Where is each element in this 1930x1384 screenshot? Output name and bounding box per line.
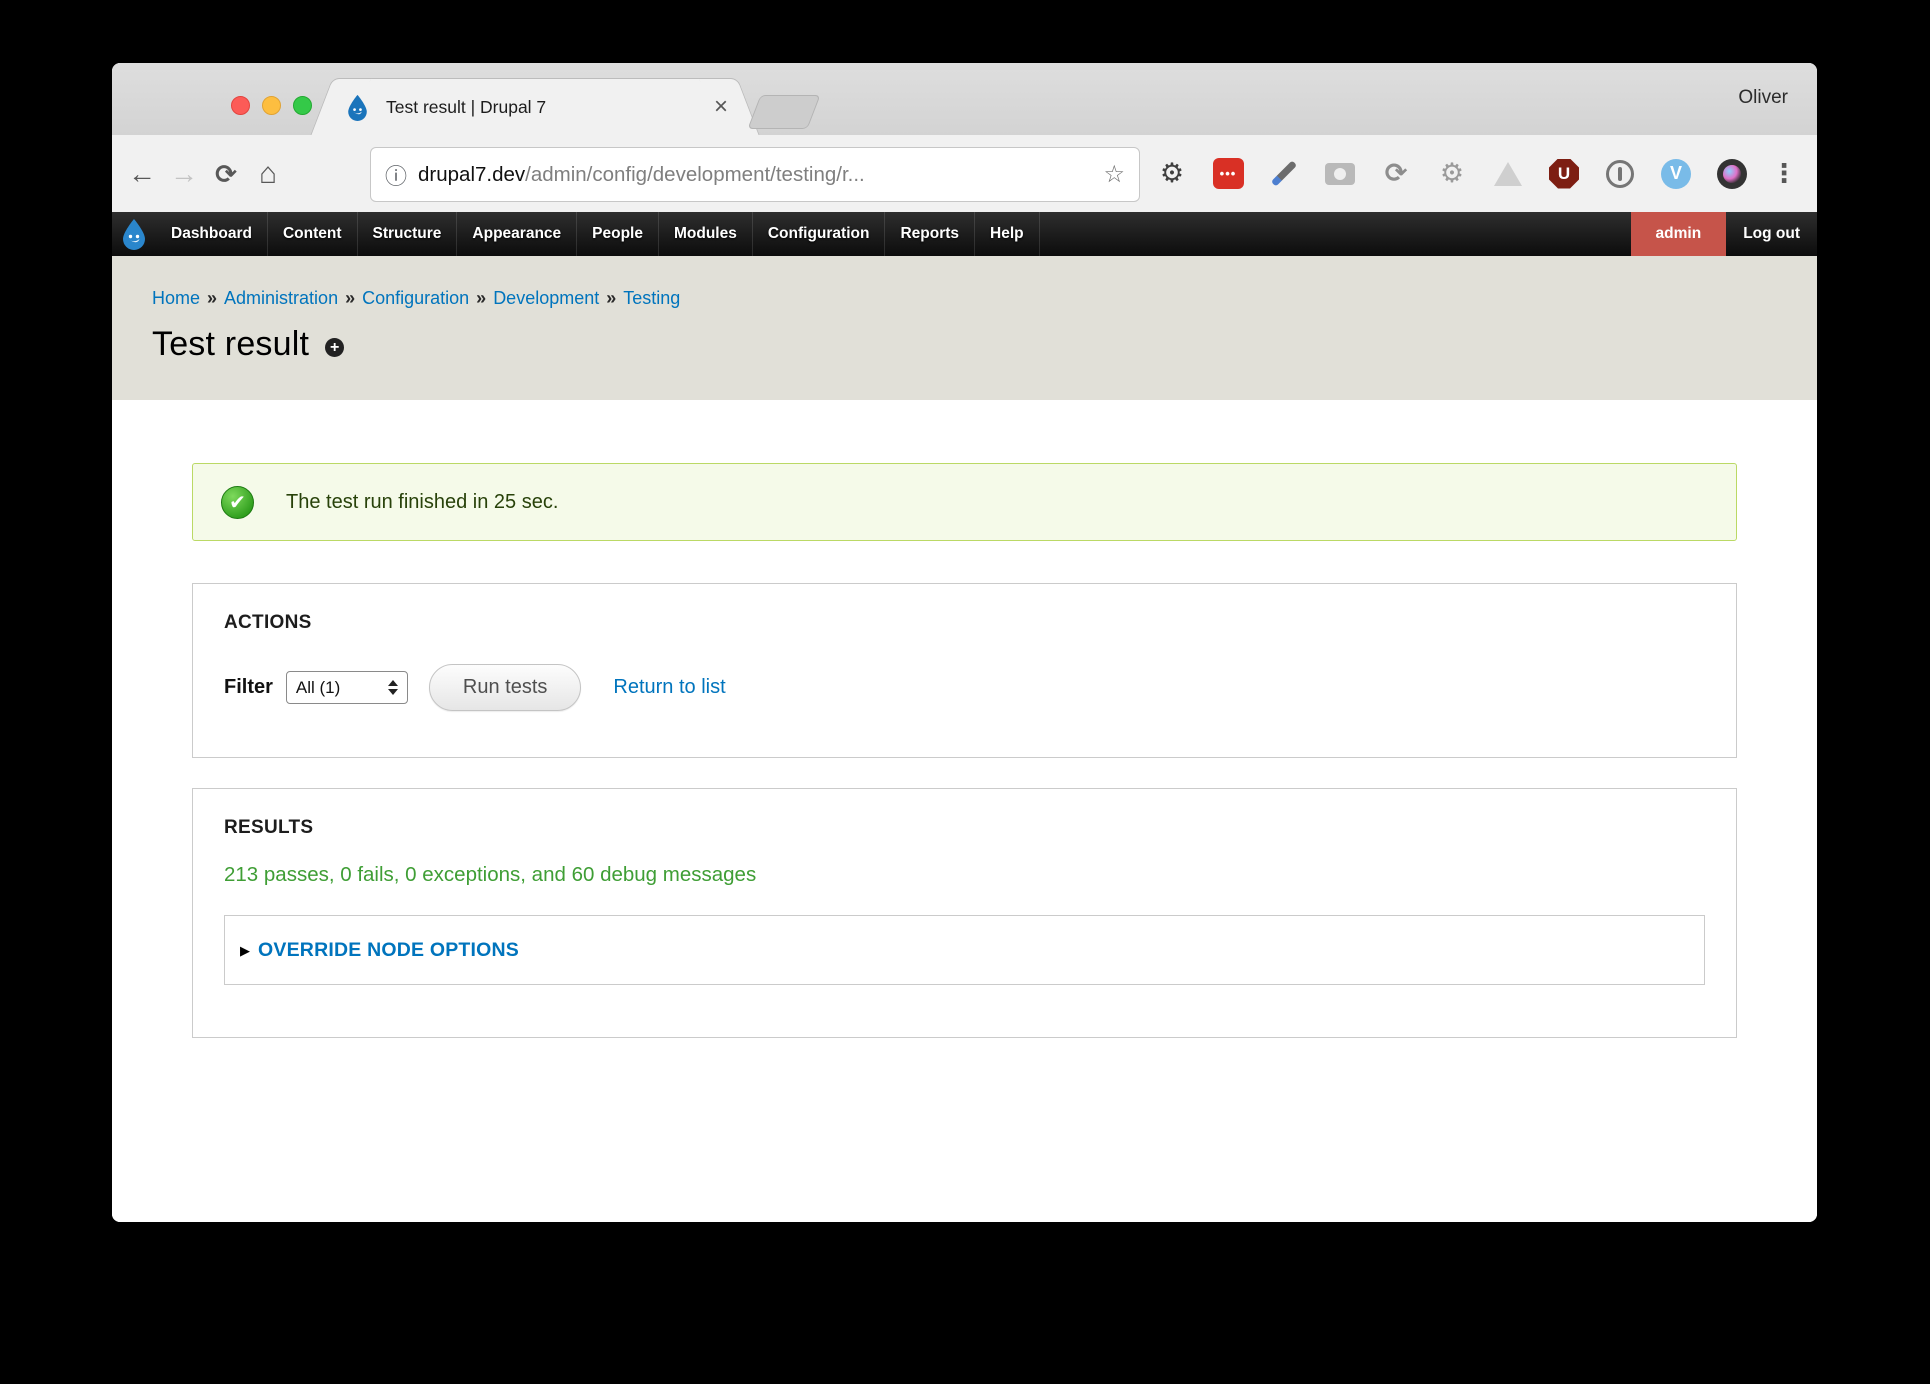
key-circle-icon[interactable] <box>1606 160 1634 188</box>
actions-legend: ACTIONS <box>224 612 1705 634</box>
breadcrumb: Home » Administration » Configuration » Develo… <box>152 288 1777 309</box>
chrome-menu-icon[interactable]: ⋮ <box>1767 135 1801 212</box>
traffic-minimize-button[interactable] <box>262 96 281 115</box>
breadcrumb-separator: » <box>207 288 217 308</box>
admin-user-button[interactable]: admin <box>1631 212 1727 256</box>
gray-gear-icon[interactable]: ⚙ <box>1440 158 1464 189</box>
return-to-list-link[interactable]: Return to list <box>613 676 725 699</box>
add-shortcut-icon[interactable]: + <box>325 338 344 357</box>
breadcrumb-configuration[interactable]: Configuration <box>362 288 469 308</box>
home-icon[interactable]: ⌂ <box>247 159 289 189</box>
url-host: drupal7.dev <box>418 163 525 187</box>
browser-toolbar: ← → ⟳ ⌂ ⓘ drupal7.dev /admin/config/deve… <box>112 135 1817 212</box>
results-fieldset: RESULTS 213 passes, 0 fails, 0 exception… <box>192 788 1737 1038</box>
info-icon[interactable]: ⓘ <box>385 159 407 191</box>
results-summary: 213 passes, 0 fails, 0 exceptions, and 6… <box>224 863 1705 887</box>
admin-nav-people[interactable]: People <box>577 212 659 256</box>
admin-nav-reports[interactable]: Reports <box>885 212 975 256</box>
select-arrows-icon <box>388 680 398 695</box>
forward-icon: → <box>163 160 205 188</box>
bookmark-star-icon[interactable]: ☆ <box>1103 160 1125 189</box>
breadcrumb-administration[interactable]: Administration <box>224 288 338 308</box>
breadcrumb-separator: » <box>476 288 486 308</box>
profile-name[interactable]: Oliver <box>1738 87 1788 109</box>
breadcrumb-development[interactable]: Development <box>493 288 599 308</box>
results-legend: RESULTS <box>224 817 1705 839</box>
admin-nav-configuration[interactable]: Configuration <box>753 212 886 256</box>
admin-nav-help[interactable]: Help <box>975 212 1040 256</box>
ublock-icon[interactable]: U <box>1549 159 1579 189</box>
traffic-close-button[interactable] <box>231 96 250 115</box>
extension-row: ⚙ ••• ⟳ ⚙ U V <box>1144 135 1760 212</box>
browser-window: Test result | Drupal 7 × Oliver ← → ⟳ ⌂ … <box>112 63 1817 1222</box>
admin-nav-dashboard[interactable]: Dashboard <box>156 212 268 256</box>
collapsed-arrow-icon: ▶ <box>240 943 250 959</box>
camera-icon[interactable] <box>1325 163 1355 185</box>
run-tests-button[interactable]: Run tests <box>429 664 581 711</box>
override-node-options-link[interactable]: OVERRIDE NODE OPTIONS <box>258 939 519 962</box>
status-message: ✔ The test run finished in 25 sec. <box>192 463 1737 541</box>
drive-icon[interactable] <box>1494 162 1522 186</box>
active-tab[interactable]: Test result | Drupal 7 × <box>340 78 730 135</box>
page-title: Test result <box>152 325 309 364</box>
traffic-zoom-button[interactable] <box>293 96 312 115</box>
lastpass-icon[interactable]: ••• <box>1213 158 1244 189</box>
breadcrumb-separator: » <box>345 288 355 308</box>
eyedropper-icon[interactable] <box>1271 160 1297 186</box>
filter-label: Filter <box>224 676 273 699</box>
breadcrumb-testing[interactable]: Testing <box>623 288 680 308</box>
gear-extension-icon[interactable]: ⚙ <box>1160 158 1184 189</box>
back-icon[interactable]: ← <box>121 160 163 188</box>
filter-select[interactable]: All (1) <box>286 671 408 704</box>
admin-nav-structure[interactable]: Structure <box>358 212 458 256</box>
breadcrumb-home[interactable]: Home <box>152 288 200 308</box>
logout-button[interactable]: Log out <box>1726 212 1817 256</box>
reload-icon[interactable]: ⟳ <box>205 161 247 187</box>
tab-strip: Test result | Drupal 7 × Oliver <box>112 63 1817 135</box>
page-content: ✔ The test run finished in 25 sec. ACTIO… <box>112 400 1817 1222</box>
override-node-options-group[interactable]: ▶ OVERRIDE NODE OPTIONS <box>224 915 1705 985</box>
drupal-logo-icon[interactable] <box>112 212 156 256</box>
actions-fieldset: ACTIONS Filter All (1) Run tests Return … <box>192 583 1737 758</box>
page-header: Home » Administration » Configuration » Develo… <box>112 256 1817 400</box>
close-tab-icon[interactable]: × <box>714 95 728 119</box>
admin-nav-appearance[interactable]: Appearance <box>457 212 577 256</box>
tab-title: Test result | Drupal 7 <box>386 97 714 118</box>
filter-select-value: All (1) <box>296 678 388 698</box>
vimium-icon[interactable]: V <box>1661 159 1691 189</box>
url-path: /admin/config/development/testing/r... <box>525 163 1095 187</box>
drupal-favicon-icon <box>344 94 371 121</box>
drupal-admin-bar: Dashboard Content Structure Appearance P… <box>112 212 1817 256</box>
admin-nav-modules[interactable]: Modules <box>659 212 753 256</box>
lens-icon[interactable] <box>1717 159 1747 189</box>
admin-nav-content[interactable]: Content <box>268 212 358 256</box>
breadcrumb-separator: » <box>606 288 616 308</box>
new-tab-button[interactable] <box>747 95 820 129</box>
checkmark-icon: ✔ <box>221 486 254 519</box>
url-bar[interactable]: ⓘ drupal7.dev /admin/config/development/… <box>370 147 1140 202</box>
status-message-text: The test run finished in 25 sec. <box>286 491 558 514</box>
session-refresh-icon[interactable]: ⟳ <box>1385 158 1408 189</box>
